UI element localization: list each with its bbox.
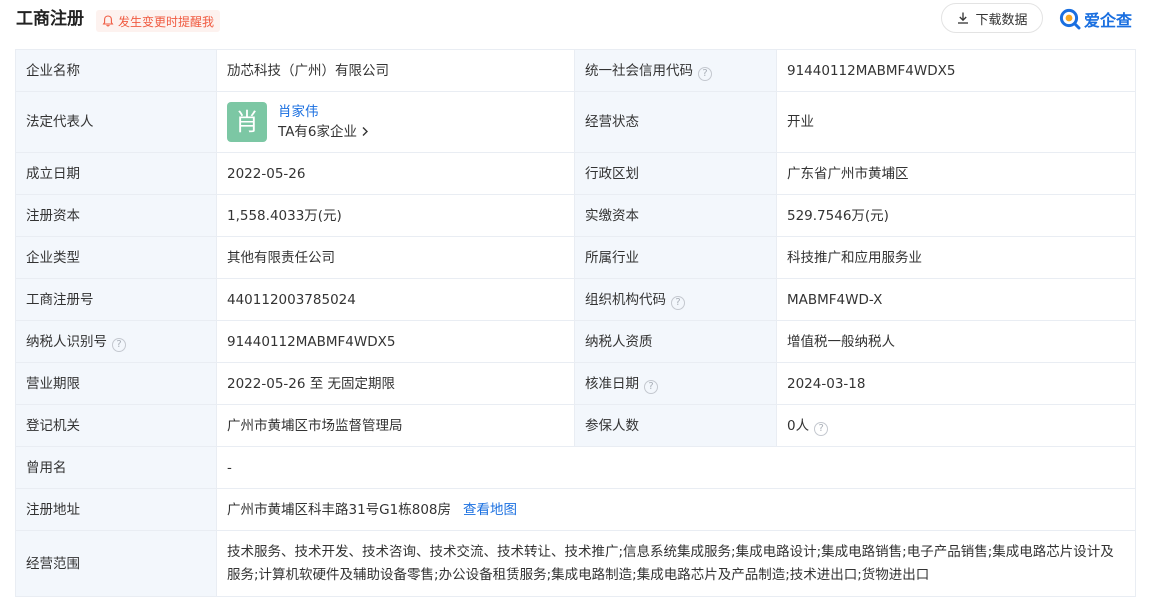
taxpayer-id-value: 91440112MABMF4WDX5 <box>216 320 575 363</box>
taxpayer-type-value: 增值税一般纳税人 <box>776 320 1136 363</box>
insured-count-label: 参保人数 <box>574 404 777 447</box>
status-value: 开业 <box>776 91 1136 153</box>
table-row: 成立日期 2022-05-26 行政区划 广东省广州市黄埔区 <box>15 152 1136 195</box>
business-scope-value: 技术服务、技术开发、技术咨询、技术交流、技术转让、技术推广;信息系统集成服务;集… <box>216 530 1136 597</box>
credit-code-value: 91440112MABMF4WDX5 <box>776 49 1136 92</box>
paid-capital-label: 实缴资本 <box>574 194 777 237</box>
table-row: 营业期限 2022-05-26 至 无固定期限 核准日期? 2024-03-18 <box>15 362 1136 405</box>
brand-logo[interactable]: 爱企查 <box>1059 7 1132 31</box>
legal-rep-value: 肖 肖家伟 TA有6家企业 <box>216 91 575 153</box>
taxpayer-type-label: 纳税人资质 <box>574 320 777 363</box>
region-label: 行政区划 <box>574 152 777 195</box>
view-map-link[interactable]: 查看地图 <box>463 502 517 518</box>
credit-code-label-text: 统一社会信用代码 <box>585 62 693 79</box>
table-row: 注册资本 1,558.4033万(元) 实缴资本 529.7546万(元) <box>15 194 1136 237</box>
registered-capital-value: 1,558.4033万(元) <box>216 194 575 237</box>
reg-number-value: 440112003785024 <box>216 278 575 321</box>
help-icon[interactable]: ? <box>814 421 829 436</box>
magnifier-logo-icon <box>1059 8 1081 30</box>
company-name-label: 企业名称 <box>15 49 217 92</box>
chevron-right-icon <box>362 127 369 136</box>
credit-code-label: 统一社会信用代码? <box>574 49 777 92</box>
insured-count-text: 0人 <box>787 417 810 434</box>
company-name-value: 劢芯科技（广州）有限公司 <box>216 49 575 92</box>
table-row: 登记机关 广州市黄埔区市场监督管理局 参保人数 0人? <box>15 404 1136 447</box>
address-label: 注册地址 <box>15 488 217 531</box>
paid-capital-value: 529.7546万(元) <box>776 194 1136 237</box>
business-term-value: 2022-05-26 至 无固定期限 <box>216 362 575 405</box>
company-type-value: 其他有限责任公司 <box>216 236 575 279</box>
legal-rep-companies-text: TA有6家企业 <box>278 124 358 140</box>
page-header: 工商注册 发生变更时提醒我 下载数据 爱企查 <box>0 0 1150 40</box>
reg-number-label: 工商注册号 <box>15 278 217 321</box>
registration-table: 企业名称 劢芯科技（广州）有限公司 统一社会信用代码? 91440112MABM… <box>15 49 1136 597</box>
taxpayer-id-label-text: 纳税人识别号 <box>26 333 107 350</box>
help-icon[interactable]: ? <box>671 295 685 310</box>
registered-capital-label: 注册资本 <box>15 194 217 237</box>
table-row: 经营范围 技术服务、技术开发、技术咨询、技术交流、技术转让、技术推广;信息系统集… <box>15 530 1136 597</box>
founded-date-value: 2022-05-26 <box>216 152 575 195</box>
table-row: 曾用名 - <box>15 446 1136 489</box>
notify-label: 发生变更时提醒我 <box>118 14 215 29</box>
company-type-label: 企业类型 <box>15 236 217 279</box>
registration-authority-value: 广州市黄埔区市场监督管理局 <box>216 404 575 447</box>
industry-value: 科技推广和应用服务业 <box>776 236 1136 279</box>
help-icon[interactable]: ? <box>644 379 658 394</box>
legal-rep-label: 法定代表人 <box>15 91 217 153</box>
former-name-label: 曾用名 <box>15 446 217 489</box>
address-text: 广州市黄埔区科丰路31号G1栋808房 <box>227 501 451 518</box>
taxpayer-id-label: 纳税人识别号? <box>15 320 217 363</box>
change-notify-button[interactable]: 发生变更时提醒我 <box>96 10 221 32</box>
founded-date-label: 成立日期 <box>15 152 217 195</box>
org-code-value: MABMF4WD-X <box>776 278 1136 321</box>
legal-rep-name-link[interactable]: 肖家伟 <box>278 102 370 122</box>
table-row: 企业类型 其他有限责任公司 所属行业 科技推广和应用服务业 <box>15 236 1136 279</box>
help-icon[interactable]: ? <box>112 337 126 352</box>
business-scope-label: 经营范围 <box>15 530 217 597</box>
section-title: 工商注册 <box>16 9 84 29</box>
status-label: 经营状态 <box>574 91 777 153</box>
table-row: 注册地址 广州市黄埔区科丰路31号G1栋808房 查看地图 <box>15 488 1136 531</box>
former-name-value: - <box>216 446 1136 489</box>
insured-count-value: 0人? <box>776 404 1136 447</box>
region-value: 广东省广州市黄埔区 <box>776 152 1136 195</box>
industry-label: 所属行业 <box>574 236 777 279</box>
avatar[interactable]: 肖 <box>227 102 267 142</box>
org-code-label-text: 组织机构代码 <box>585 291 666 308</box>
approval-date-value: 2024-03-18 <box>776 362 1136 405</box>
table-row: 企业名称 劢芯科技（广州）有限公司 统一社会信用代码? 91440112MABM… <box>15 49 1136 92</box>
table-row: 法定代表人 肖 肖家伟 TA有6家企业 经营状态 开业 <box>15 91 1136 153</box>
help-icon[interactable]: ? <box>698 66 712 81</box>
address-value: 广州市黄埔区科丰路31号G1栋808房 查看地图 <box>216 488 1136 531</box>
download-data-button[interactable]: 下载数据 <box>941 3 1043 33</box>
table-row: 纳税人识别号? 91440112MABMF4WDX5 纳税人资质 增值税一般纳税… <box>15 320 1136 363</box>
org-code-label: 组织机构代码? <box>574 278 777 321</box>
business-term-label: 营业期限 <box>15 362 217 405</box>
approval-date-label: 核准日期? <box>574 362 777 405</box>
approval-date-label-text: 核准日期 <box>585 375 639 392</box>
download-label: 下载数据 <box>975 12 1028 28</box>
download-icon <box>958 12 969 24</box>
table-row: 工商注册号 440112003785024 组织机构代码? MABMF4WD-X <box>15 278 1136 321</box>
bell-icon <box>102 15 114 27</box>
legal-rep-companies-link[interactable]: TA有6家企业 <box>278 122 370 142</box>
brand-name: 爱企查 <box>1084 11 1133 30</box>
registration-authority-label: 登记机关 <box>15 404 217 447</box>
